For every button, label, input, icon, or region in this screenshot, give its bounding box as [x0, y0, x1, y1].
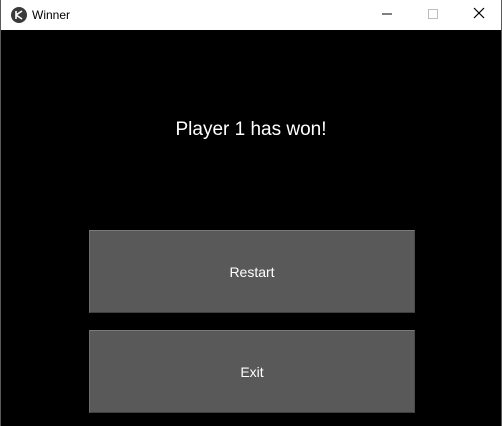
close-icon: [473, 6, 485, 24]
title-bar[interactable]: Winner: [1, 0, 501, 30]
winner-message: Player 1 has won!: [175, 119, 327, 140]
restart-button[interactable]: Restart: [89, 230, 415, 313]
winner-window: Winner Player 1 has won! Restart Exit: [0, 0, 502, 426]
restart-button-label: Restart: [229, 263, 275, 280]
minimize-icon: [382, 6, 392, 24]
window-title: Winner: [32, 8, 71, 22]
app-icon: [11, 7, 27, 23]
minimize-button[interactable]: [364, 0, 410, 30]
exit-button-label: Exit: [240, 363, 264, 380]
close-button[interactable]: [456, 0, 502, 30]
maximize-button[interactable]: [410, 0, 456, 30]
maximize-icon: [428, 6, 438, 24]
exit-button[interactable]: Exit: [89, 330, 415, 413]
content-area: Player 1 has won! Restart Exit: [1, 30, 501, 426]
